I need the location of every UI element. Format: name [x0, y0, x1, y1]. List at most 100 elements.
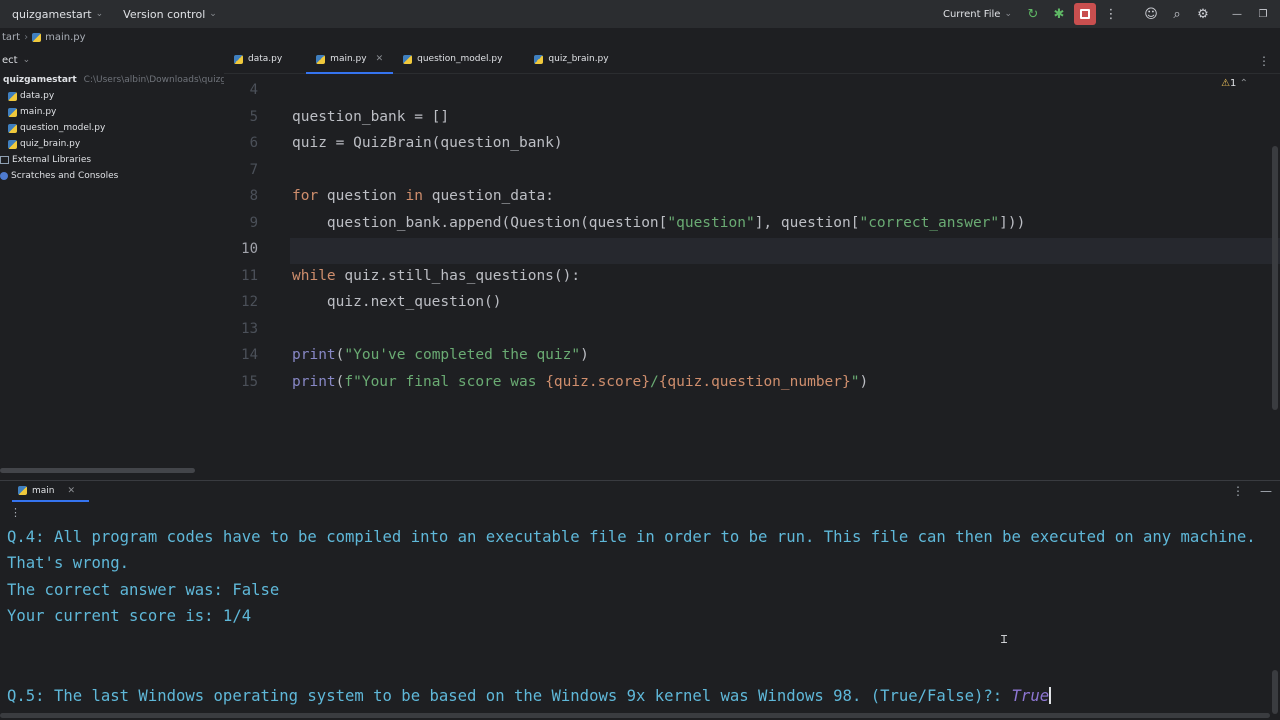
chevron-up-icon: ⌃: [1239, 78, 1248, 89]
tree-scratches[interactable]: Scratches and Consoles: [0, 168, 224, 184]
line-number-gutter: 4 5 6 7 8 9 10 11 12 13 14 15: [224, 74, 290, 460]
console-line: The correct answer was: False: [7, 581, 280, 599]
tab-data-py[interactable]: data.py: [224, 45, 292, 73]
console-horizontal-scrollbar[interactable]: [0, 713, 1270, 718]
project-panel: ect ⌄ quizgamestart C:\Users\albin\Downl…: [0, 46, 224, 470]
code-text: ])): [999, 215, 1026, 231]
code-line: question_bank = []: [292, 109, 450, 125]
project-scrollbar[interactable]: [0, 468, 195, 473]
more-tabs-icon[interactable]: ⋮: [1258, 54, 1270, 68]
keyword: while: [292, 268, 336, 284]
code-line: print(f"Your final score was {quiz.score…: [292, 374, 868, 390]
python-file-icon: [18, 486, 27, 495]
chevron-down-icon: ⌄: [22, 55, 31, 65]
minimize-icon[interactable]: —: [1226, 3, 1248, 25]
restore-icon[interactable]: ❐: [1252, 3, 1274, 25]
tree-file-label: quiz_brain.py: [20, 139, 81, 149]
builtin-function: print: [292, 374, 336, 390]
tree-file[interactable]: main.py: [0, 104, 224, 120]
keyword: for: [292, 188, 319, 204]
title-bar: quizgamestart ⌄ Version control ⌄ Curren…: [0, 0, 1280, 28]
run-config-selector[interactable]: Current File ⌄: [937, 9, 1018, 20]
run-toolbar: ⋮: [0, 500, 1280, 524]
tree-file-label: data.py: [20, 91, 55, 101]
tree-file[interactable]: quiz_brain.py: [0, 136, 224, 152]
code-text: question_data:: [422, 188, 554, 204]
warnings-indicator[interactable]: ⚠1 ⌃: [1221, 78, 1248, 89]
search-icon[interactable]: ⌕: [1166, 3, 1188, 25]
python-file-icon: [8, 107, 17, 117]
tree-external-libraries[interactable]: External Libraries: [0, 152, 224, 168]
breadcrumb-file[interactable]: main.py: [45, 32, 85, 43]
more-options-icon[interactable]: ⋮: [10, 506, 21, 519]
run-tab-main[interactable]: main ✕: [0, 481, 90, 502]
tab-label: main.py: [330, 54, 367, 64]
chevron-down-icon: ⌄: [1004, 9, 1012, 19]
tab-label: data.py: [248, 54, 283, 64]
string-literal: f"Your final score was: [344, 374, 546, 390]
line-number: 10: [241, 241, 258, 257]
tab-quiz-brain-py[interactable]: quiz_brain.py: [524, 45, 618, 73]
python-file-icon: [8, 123, 17, 133]
chevron-down-icon: ⌄: [95, 9, 104, 19]
breadcrumb: tart › main.py: [0, 28, 1280, 46]
project-name: quizgamestart: [12, 7, 92, 21]
tree-file[interactable]: question_model.py: [0, 120, 224, 136]
console-user-input[interactable]: True: [1012, 687, 1050, 705]
tab-label: question_model.py: [417, 54, 503, 64]
console-vertical-scrollbar[interactable]: [1272, 670, 1278, 714]
code-text: ): [580, 347, 589, 363]
editor-tabs: data.py main.py ✕ question_model.py quiz…: [224, 46, 1280, 74]
stop-button[interactable]: [1074, 3, 1096, 25]
line-number: 5: [249, 109, 258, 125]
close-icon[interactable]: ✕: [68, 486, 76, 496]
text-caret: [1049, 687, 1052, 704]
line-number: 9: [249, 215, 258, 231]
library-icon: [0, 156, 9, 164]
add-user-icon[interactable]: ☺: [1140, 3, 1162, 25]
chevron-right-icon: ›: [24, 31, 29, 43]
project-header[interactable]: ect ⌄: [0, 46, 224, 74]
line-number: 8: [249, 188, 258, 204]
python-file-icon: [8, 139, 17, 149]
vcs-menu[interactable]: Version control ⌄: [117, 8, 223, 21]
line-number: 7: [249, 162, 258, 178]
project-selector[interactable]: quizgamestart ⌄: [0, 8, 109, 21]
keyword: in: [405, 188, 423, 204]
breadcrumb-root[interactable]: tart: [2, 32, 20, 43]
code-text: ): [859, 374, 869, 390]
console-line: That's wrong.: [7, 554, 130, 572]
string-literal: "correct_answer": [859, 215, 1000, 231]
console-line: Q.5: The last Windows operating system t…: [7, 687, 1012, 705]
python-file-icon: [534, 54, 544, 64]
tree-file[interactable]: data.py: [0, 88, 224, 104]
code-text: question: [318, 188, 406, 204]
tree-file-label: main.py: [20, 107, 57, 117]
python-file-icon: [403, 54, 413, 64]
console-line: Your current score is: 1/4: [7, 607, 252, 625]
minimize-panel-icon[interactable]: —: [1260, 484, 1272, 498]
tree-scratches-label: Scratches and Consoles: [11, 171, 119, 181]
run-console[interactable]: Q.4: All program codes have to be compil…: [0, 524, 1280, 720]
tab-question-model-py[interactable]: question_model.py: [393, 45, 512, 73]
debug-icon[interactable]: ✱: [1048, 3, 1070, 25]
code-editor[interactable]: 4 5 6 7 8 9 10 11 12 13 14 15 question_b…: [224, 74, 1280, 460]
string-literal: /: [649, 374, 659, 390]
tree-file-label: question_model.py: [20, 123, 106, 133]
python-file-icon: [316, 54, 326, 64]
line-number: 13: [241, 321, 258, 337]
project-header-label: ect: [2, 54, 18, 66]
console-prompt-line: Q.5: The last Windows operating system t…: [7, 687, 1052, 705]
code-line: print("You've completed the quiz"): [292, 347, 589, 363]
chevron-down-icon: ⌄: [209, 9, 217, 19]
close-icon[interactable]: ✕: [376, 54, 384, 64]
line-number: 15: [241, 374, 258, 390]
run-tab-label: main: [32, 485, 55, 496]
rerun-icon[interactable]: ↻: [1022, 3, 1044, 25]
tab-main-py[interactable]: main.py ✕: [306, 45, 394, 74]
more-icon[interactable]: ⋮: [1100, 3, 1122, 25]
tree-root[interactable]: quizgamestart C:\Users\albin\Downloads\q…: [0, 72, 224, 88]
editor-scrollbar[interactable]: [1272, 146, 1278, 410]
more-options-icon[interactable]: ⋮: [1232, 484, 1244, 498]
gear-icon[interactable]: ⚙: [1192, 3, 1214, 25]
